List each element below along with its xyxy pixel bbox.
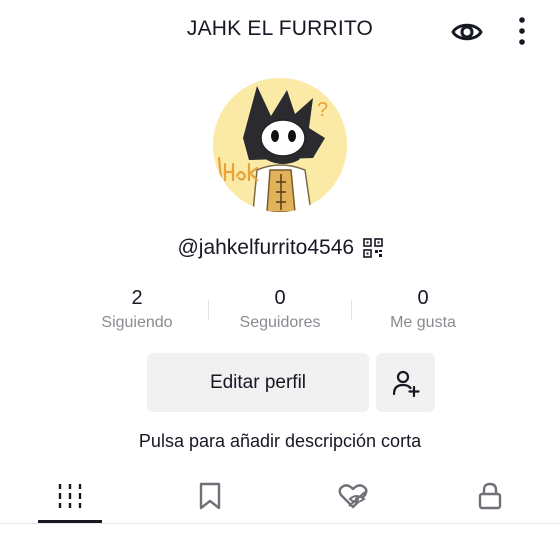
likes-label: Me gusta [390,314,456,331]
tab-private[interactable] [420,470,560,522]
followers-stat[interactable]: 0 Seguidores [210,286,350,332]
following-stat[interactable]: 2 Siguiendo [67,286,207,332]
likes-stat[interactable]: 0 Me gusta [353,286,493,332]
more-vertical-icon[interactable] [509,12,535,50]
username-handle: @jahkelfurrito4546 [177,236,355,259]
tabs-border [0,523,560,524]
handle-row: @jahkelfurrito4546 [0,236,560,260]
bookmark-icon [199,482,221,510]
stat-divider [208,300,209,320]
videos-grid-icon [58,484,82,508]
profile-tabs [0,470,560,526]
bio-placeholder[interactable]: Pulsa para añadir descripción corta [0,431,560,452]
qr-code-icon[interactable] [362,238,383,258]
following-label: Siguiendo [101,314,173,331]
followers-count: 0 [274,287,286,309]
liked-hidden-icon [338,484,368,509]
tab-saved[interactable] [140,470,280,522]
followers-label: Seguidores [239,314,321,331]
edit-profile-button[interactable]: Editar perfil [147,353,369,412]
tab-videos[interactable] [0,470,140,522]
following-count: 2 [131,287,143,309]
top-bar: JAHK EL FURRITO [0,0,560,60]
tab-liked[interactable] [280,470,420,522]
eye-icon[interactable] [448,14,486,50]
svg-text:?: ? [317,99,328,121]
profile-avatar[interactable]: ? [213,78,347,212]
stat-divider [351,300,352,320]
likes-count: 0 [417,287,429,309]
add-user-icon [392,370,420,397]
add-friend-button[interactable] [376,353,435,412]
lock-icon [478,482,502,510]
